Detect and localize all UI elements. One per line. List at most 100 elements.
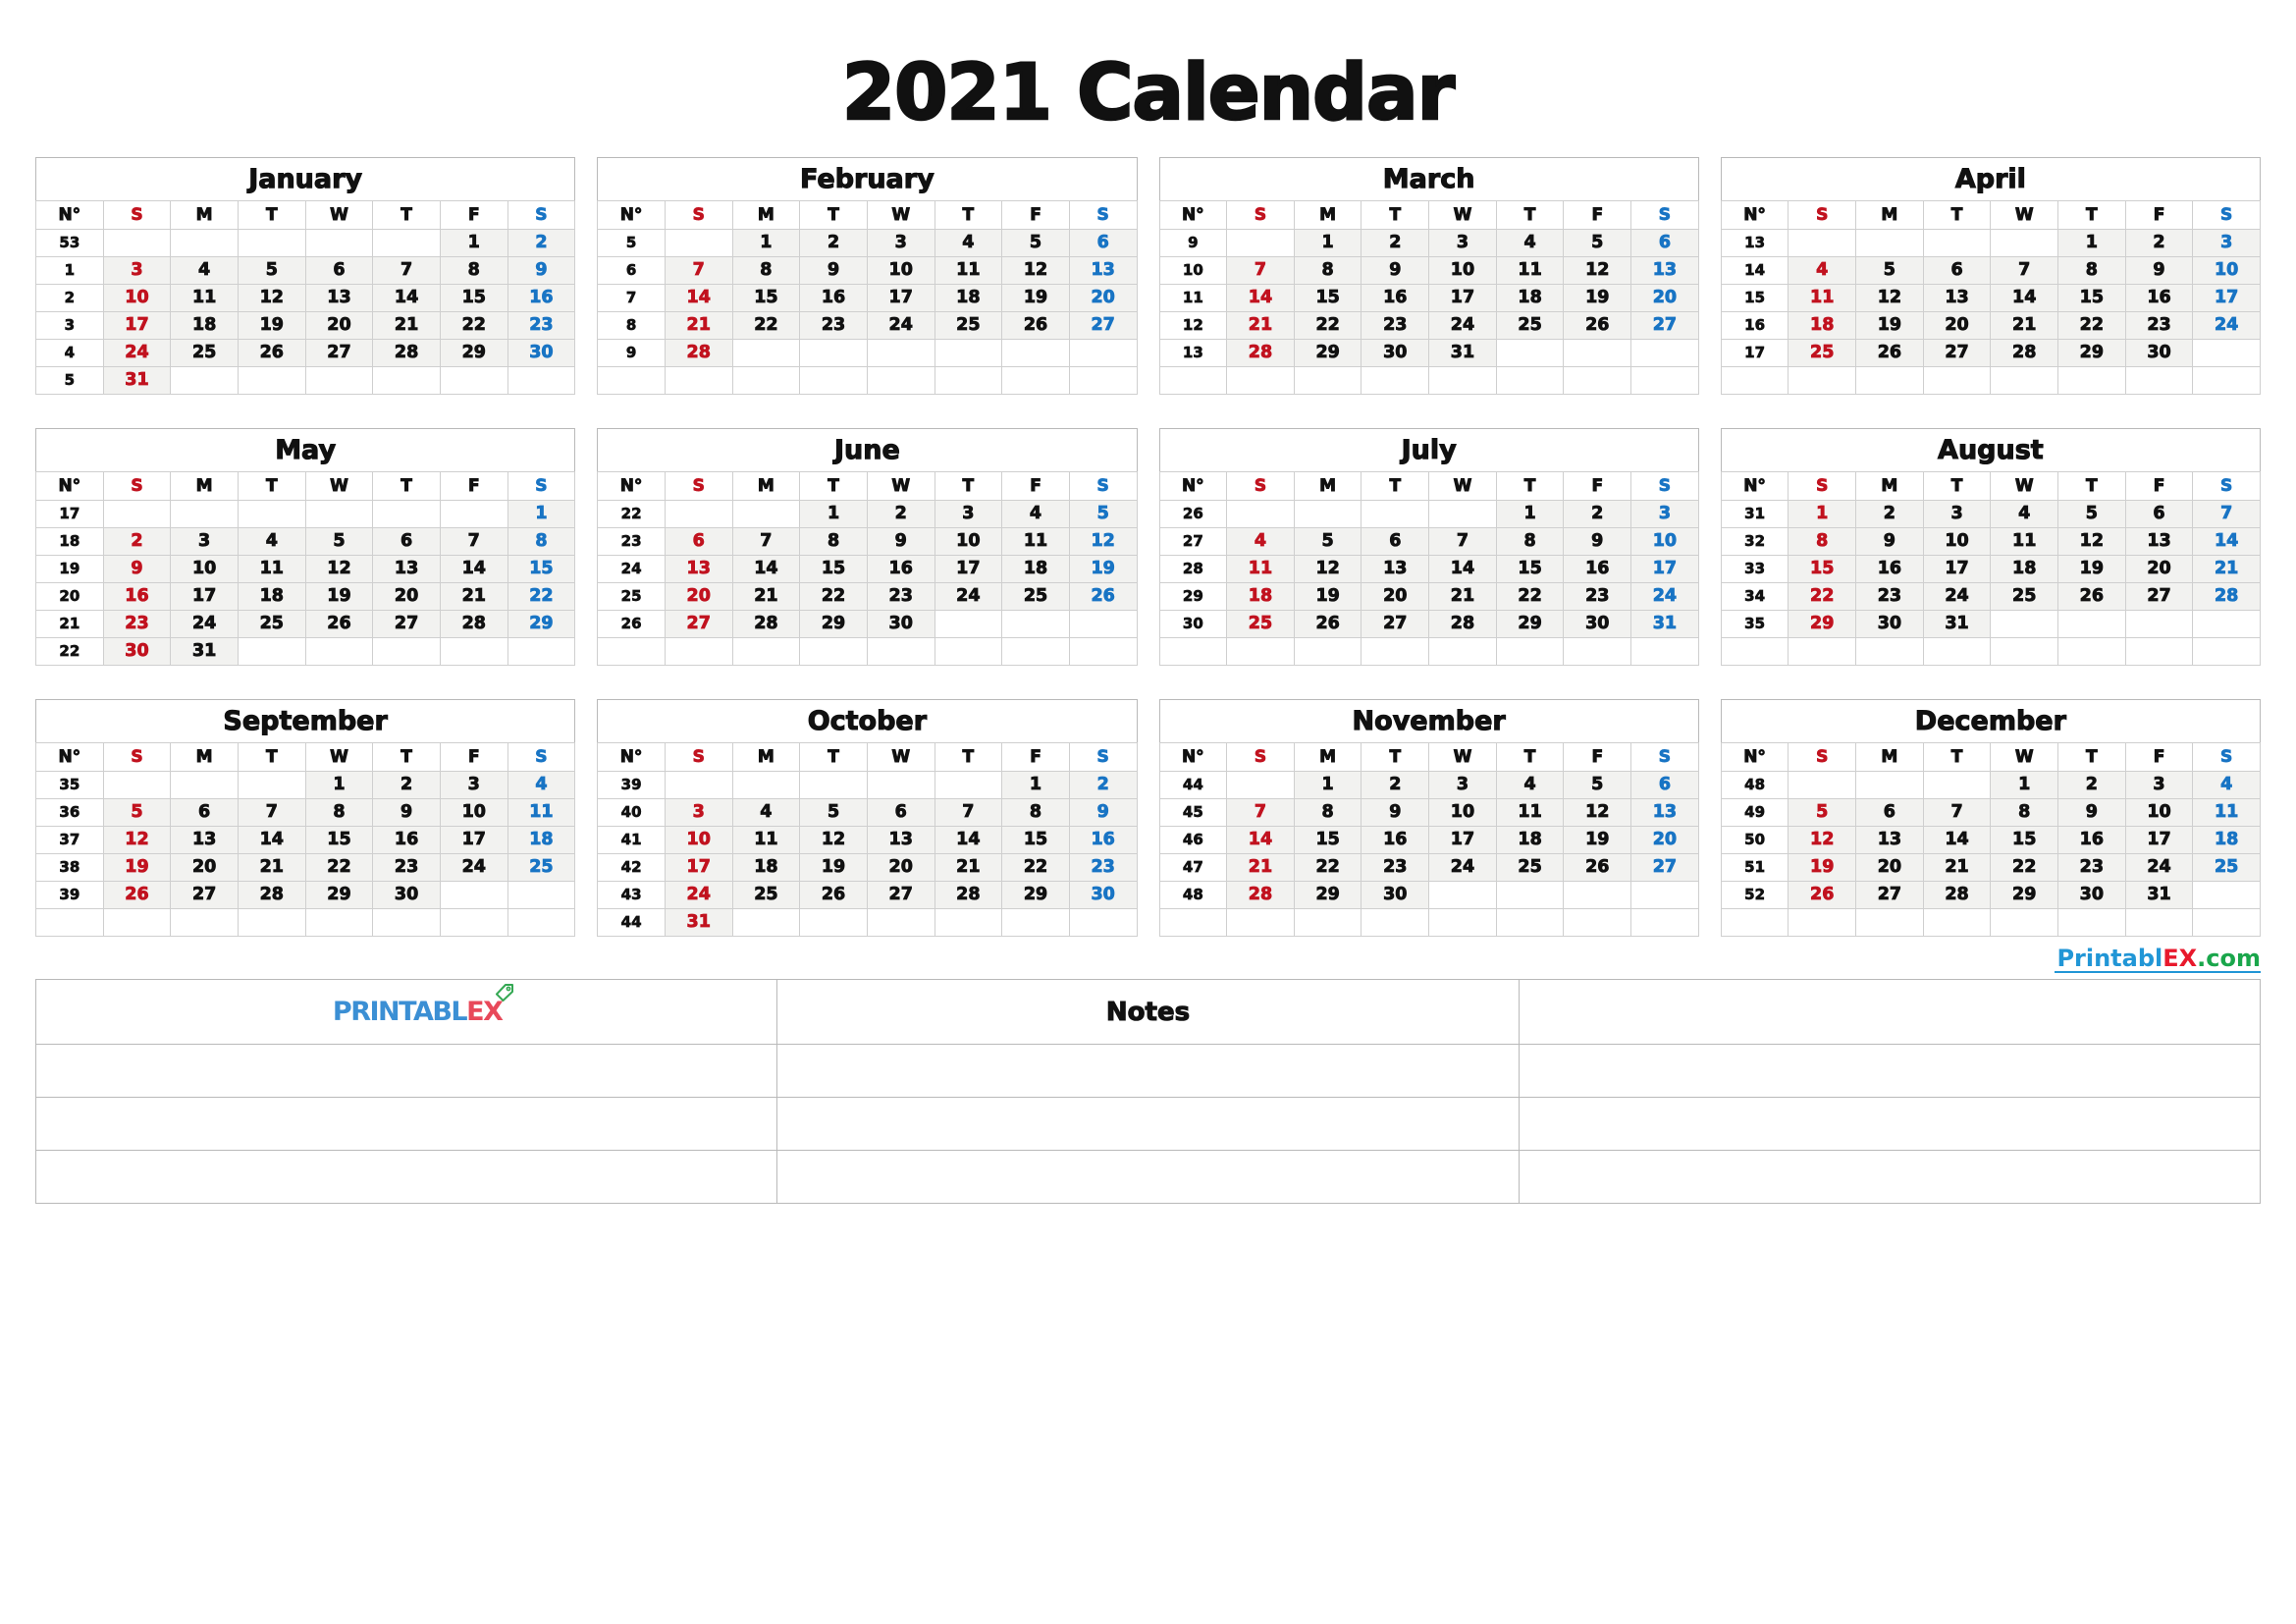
day-cell[interactable]: 2 — [1855, 500, 1924, 528]
day-cell[interactable]: 23 — [1068, 853, 1138, 882]
day-cell[interactable]: 25 — [1990, 582, 2059, 611]
day-cell[interactable]: 13 — [1068, 256, 1138, 285]
day-cell[interactable]: 28 — [1226, 339, 1295, 367]
day-cell[interactable]: 28 — [1990, 339, 2059, 367]
day-cell[interactable]: 20 — [372, 582, 441, 611]
day-cell[interactable]: 1 — [731, 229, 801, 257]
day-cell[interactable]: 8 — [507, 527, 576, 556]
day-cell[interactable]: 2 — [102, 527, 172, 556]
day-cell[interactable]: 29 — [2057, 339, 2126, 367]
day-cell[interactable]: 13 — [304, 284, 374, 312]
day-cell[interactable]: 2 — [1563, 500, 1632, 528]
day-cell[interactable]: 1 — [1001, 771, 1070, 799]
day-cell[interactable]: 16 — [507, 284, 576, 312]
day-cell[interactable]: 10 — [1428, 798, 1497, 827]
day-cell[interactable]: 15 — [731, 284, 801, 312]
day-cell[interactable]: 17 — [2192, 284, 2261, 312]
day-cell[interactable]: 12 — [1855, 284, 1924, 312]
day-cell[interactable]: 3 — [1428, 771, 1497, 799]
day-cell[interactable]: 3 — [866, 229, 935, 257]
day-cell[interactable]: 1 — [1495, 500, 1565, 528]
day-cell[interactable]: 28 — [237, 881, 306, 909]
day-cell[interactable]: 29 — [439, 339, 508, 367]
day-cell[interactable]: 30 — [507, 339, 576, 367]
day-cell[interactable]: 27 — [664, 610, 733, 638]
day-cell[interactable]: 21 — [664, 311, 733, 340]
day-cell[interactable]: 10 — [2192, 256, 2261, 285]
day-cell[interactable]: 25 — [1226, 610, 1295, 638]
day-cell[interactable]: 26 — [1788, 881, 1857, 909]
day-cell[interactable]: 4 — [2192, 771, 2261, 799]
day-cell[interactable]: 27 — [866, 881, 935, 909]
day-cell[interactable]: 18 — [731, 853, 801, 882]
day-cell[interactable]: 9 — [2124, 256, 2194, 285]
day-cell[interactable]: 11 — [1495, 798, 1565, 827]
day-cell[interactable]: 25 — [507, 853, 576, 882]
day-cell[interactable]: 28 — [731, 610, 801, 638]
day-cell[interactable]: 26 — [1001, 311, 1070, 340]
day-cell[interactable]: 17 — [934, 555, 1003, 583]
day-cell[interactable]: 4 — [1990, 500, 2059, 528]
day-cell[interactable]: 15 — [2057, 284, 2126, 312]
day-cell[interactable]: 4 — [170, 256, 239, 285]
day-cell[interactable]: 6 — [1630, 771, 1699, 799]
day-cell[interactable]: 24 — [1922, 582, 1992, 611]
day-cell[interactable]: 14 — [1428, 555, 1497, 583]
day-cell[interactable]: 27 — [1361, 610, 1430, 638]
day-cell[interactable]: 23 — [1563, 582, 1632, 611]
day-cell[interactable]: 19 — [1001, 284, 1070, 312]
day-cell[interactable]: 7 — [1226, 798, 1295, 827]
day-cell[interactable]: 11 — [1226, 555, 1295, 583]
day-cell[interactable]: 1 — [1788, 500, 1857, 528]
day-cell[interactable]: 13 — [1922, 284, 1992, 312]
day-cell[interactable]: 19 — [1563, 826, 1632, 854]
day-cell[interactable]: 21 — [1428, 582, 1497, 611]
day-cell[interactable]: 23 — [866, 582, 935, 611]
day-cell[interactable]: 1 — [799, 500, 868, 528]
day-cell[interactable]: 18 — [237, 582, 306, 611]
day-cell[interactable]: 5 — [1788, 798, 1857, 827]
day-cell[interactable]: 17 — [102, 311, 172, 340]
day-cell[interactable]: 6 — [1630, 229, 1699, 257]
day-cell[interactable]: 10 — [2124, 798, 2194, 827]
day-cell[interactable]: 31 — [664, 908, 733, 937]
day-cell[interactable]: 2 — [2124, 229, 2194, 257]
day-cell[interactable]: 20 — [304, 311, 374, 340]
day-cell[interactable]: 23 — [2124, 311, 2194, 340]
day-cell[interactable]: 30 — [1361, 339, 1430, 367]
day-cell[interactable]: 20 — [170, 853, 239, 882]
day-cell[interactable]: 16 — [1068, 826, 1138, 854]
day-cell[interactable]: 21 — [2192, 555, 2261, 583]
day-cell[interactable]: 20 — [1361, 582, 1430, 611]
day-cell[interactable]: 7 — [1226, 256, 1295, 285]
day-cell[interactable]: 24 — [1428, 311, 1497, 340]
day-cell[interactable]: 2 — [1361, 229, 1430, 257]
day-cell[interactable]: 1 — [304, 771, 374, 799]
day-cell[interactable]: 10 — [866, 256, 935, 285]
day-cell[interactable]: 1 — [507, 500, 576, 528]
day-cell[interactable]: 30 — [2124, 339, 2194, 367]
day-cell[interactable]: 27 — [304, 339, 374, 367]
day-cell[interactable]: 14 — [439, 555, 508, 583]
day-cell[interactable]: 24 — [1428, 853, 1497, 882]
day-cell[interactable]: 24 — [102, 339, 172, 367]
day-cell[interactable]: 3 — [170, 527, 239, 556]
day-cell[interactable]: 2 — [866, 500, 935, 528]
day-cell[interactable]: 22 — [304, 853, 374, 882]
day-cell[interactable]: 27 — [2124, 582, 2194, 611]
day-cell[interactable]: 11 — [2192, 798, 2261, 827]
day-cell[interactable]: 5 — [799, 798, 868, 827]
day-cell[interactable]: 4 — [507, 771, 576, 799]
day-cell[interactable]: 31 — [2124, 881, 2194, 909]
day-cell[interactable]: 19 — [2057, 555, 2126, 583]
day-cell[interactable]: 5 — [237, 256, 306, 285]
day-cell[interactable]: 4 — [1495, 229, 1565, 257]
day-cell[interactable]: 26 — [304, 610, 374, 638]
day-cell[interactable]: 24 — [439, 853, 508, 882]
day-cell[interactable]: 13 — [2124, 527, 2194, 556]
day-cell[interactable]: 19 — [237, 311, 306, 340]
day-cell[interactable]: 17 — [1428, 284, 1497, 312]
day-cell[interactable]: 25 — [1788, 339, 1857, 367]
day-cell[interactable]: 30 — [102, 637, 172, 666]
day-cell[interactable]: 7 — [731, 527, 801, 556]
